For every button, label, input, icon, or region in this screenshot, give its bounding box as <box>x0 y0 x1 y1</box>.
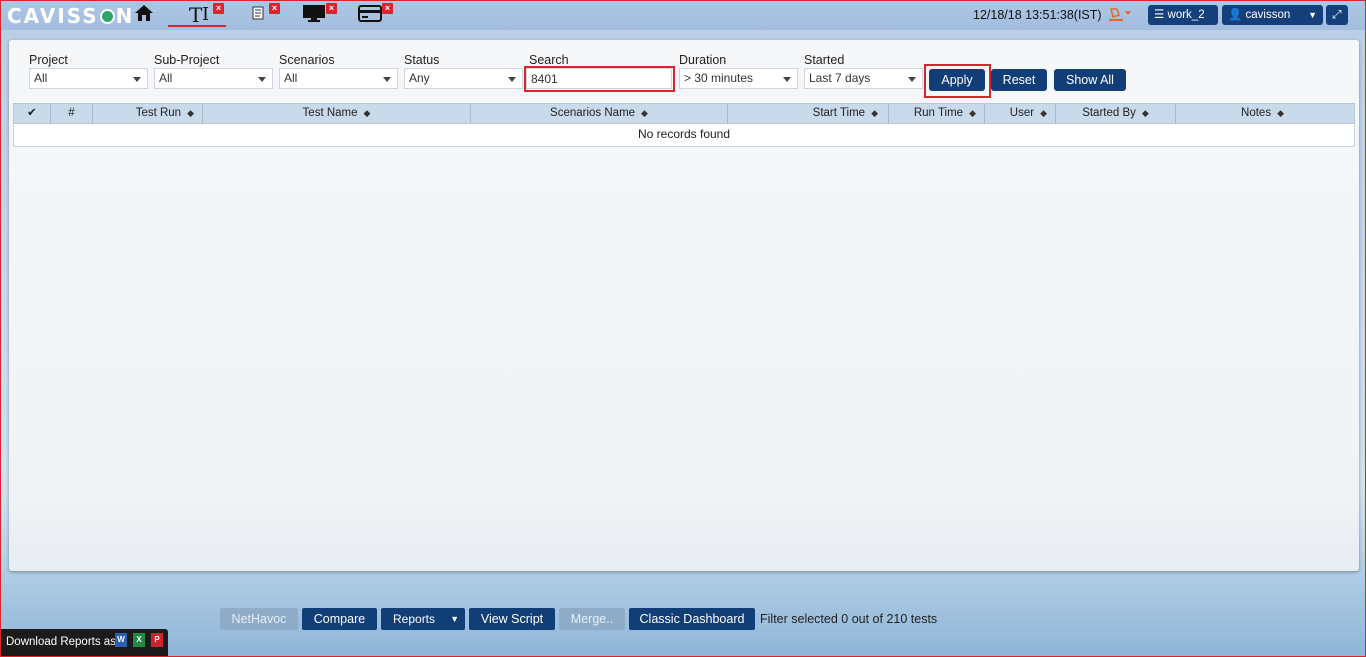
chevron-down-icon <box>133 77 141 82</box>
card-tab-icon[interactable] <box>358 3 382 27</box>
text-cursor-icon: I <box>202 4 210 25</box>
chevron-down-icon <box>258 77 266 82</box>
sub-project-select[interactable]: All <box>154 68 273 89</box>
reports-button[interactable]: Reports ▼ <box>381 608 465 630</box>
home-icon[interactable] <box>134 3 154 27</box>
merge-button[interactable]: Merge.. <box>559 608 625 630</box>
sort-icon: ◆ <box>1040 108 1047 118</box>
empty-table-message: No records found <box>637 127 731 141</box>
download-reports-bar: Download Reports as: W X P <box>1 629 168 656</box>
sort-icon: ◆ <box>187 108 194 118</box>
chevron-down-icon <box>783 77 791 82</box>
started-label: Started <box>804 53 845 67</box>
status-label: Status <box>404 53 440 67</box>
chevron-down-icon <box>508 77 516 82</box>
view-script-button[interactable]: View Script <box>469 608 555 630</box>
column-header-scenarios-name[interactable]: Scenarios Name ◆ <box>471 104 728 123</box>
column-header-test-name[interactable]: Test Name ◆ <box>203 104 471 123</box>
script-tab-icon[interactable] <box>251 3 265 27</box>
status-select[interactable]: Any <box>404 68 523 89</box>
column-header-notes[interactable]: Notes ◆ <box>1176 104 1354 123</box>
sub-project-label: Sub-Project <box>154 53 220 67</box>
server-datetime: 12/18/18 13:51:38(IST) <box>973 8 1102 22</box>
close-tab-icon[interactable]: × <box>326 3 337 14</box>
test-run-tab-icon[interactable]: T <box>189 3 202 27</box>
logo-o-mark <box>99 9 115 24</box>
workspace-button[interactable]: ☰ work_2 <box>1148 5 1218 25</box>
chevron-down-icon <box>383 77 391 82</box>
scenarios-select[interactable]: All <box>279 68 398 89</box>
download-reports-label: Download Reports as: <box>6 636 120 648</box>
table-header: ✔ # Test Run ◆ Test Name ◆ Scenarios Name ◆… <box>13 103 1355 124</box>
classic-dashboard-button[interactable]: Classic Dashboard <box>629 608 755 630</box>
monitor-tab-icon[interactable] <box>302 3 326 27</box>
scenarios-label: Scenarios <box>279 53 335 67</box>
close-tab-icon[interactable]: × <box>213 3 224 14</box>
duration-select[interactable]: > 30 minutes <box>679 68 798 89</box>
sort-icon: ◆ <box>641 108 648 118</box>
chevron-down-icon: ▼ <box>450 614 459 624</box>
started-select[interactable]: Last 7 days <box>804 68 923 89</box>
expand-icon[interactable]: ⤢ <box>1326 5 1348 25</box>
column-header-start-time[interactable]: Start Time ◆ <box>728 104 889 123</box>
sort-icon: ◆ <box>1277 108 1284 118</box>
column-header-index: # <box>51 104 93 123</box>
project-label: Project <box>29 53 68 67</box>
table-body: No records found <box>13 124 1355 147</box>
theme-paint-icon[interactable] <box>1108 6 1132 25</box>
top-bar: CAVISS N T I × × × × 12/18/18 13:51:38(IS… <box>1 1 1365 30</box>
project-select[interactable]: All <box>29 68 148 89</box>
test-runs-panel: Project All Sub-Project All Scenarios Al… <box>9 40 1359 571</box>
nethavoc-button[interactable]: NetHavoc <box>220 608 298 630</box>
cavisson-logo: CAVISS N <box>7 4 135 28</box>
search-highlight-box <box>524 66 675 92</box>
column-header-user[interactable]: User ◆ <box>985 104 1056 123</box>
sort-icon: ◆ <box>363 108 371 118</box>
select-all-checkbox[interactable]: ✔ <box>14 104 51 123</box>
pdf-icon[interactable]: P <box>151 633 163 647</box>
user-menu-button[interactable]: 👤 cavisson ▼ <box>1222 5 1323 25</box>
column-header-started-by[interactable]: Started By ◆ <box>1056 104 1176 123</box>
excel-icon[interactable]: X <box>133 633 145 647</box>
duration-label: Duration <box>679 53 727 67</box>
column-header-test-run[interactable]: Test Run ◆ <box>93 104 203 123</box>
filter-selection-status: Filter selected 0 out of 210 tests <box>760 612 938 626</box>
server-icon: ☰ <box>1154 9 1165 21</box>
active-tab-indicator <box>168 25 226 27</box>
close-tab-icon[interactable]: × <box>382 3 393 14</box>
column-header-run-time[interactable]: Run Time ◆ <box>889 104 985 123</box>
chevron-down-icon: ▼ <box>1308 10 1317 20</box>
apply-highlight-box <box>924 64 991 98</box>
search-label: Search <box>529 53 569 67</box>
user-icon: 👤 <box>1228 9 1243 21</box>
close-tab-icon[interactable]: × <box>269 3 280 14</box>
sort-icon: ◆ <box>871 108 878 118</box>
sort-icon: ◆ <box>969 108 976 118</box>
word-icon[interactable]: W <box>115 633 127 647</box>
sort-icon: ◆ <box>1141 108 1149 118</box>
chevron-down-icon <box>908 77 916 82</box>
compare-button[interactable]: Compare <box>302 608 377 630</box>
show-all-button[interactable]: Show All <box>1054 69 1126 91</box>
reset-button[interactable]: Reset <box>991 69 1047 91</box>
